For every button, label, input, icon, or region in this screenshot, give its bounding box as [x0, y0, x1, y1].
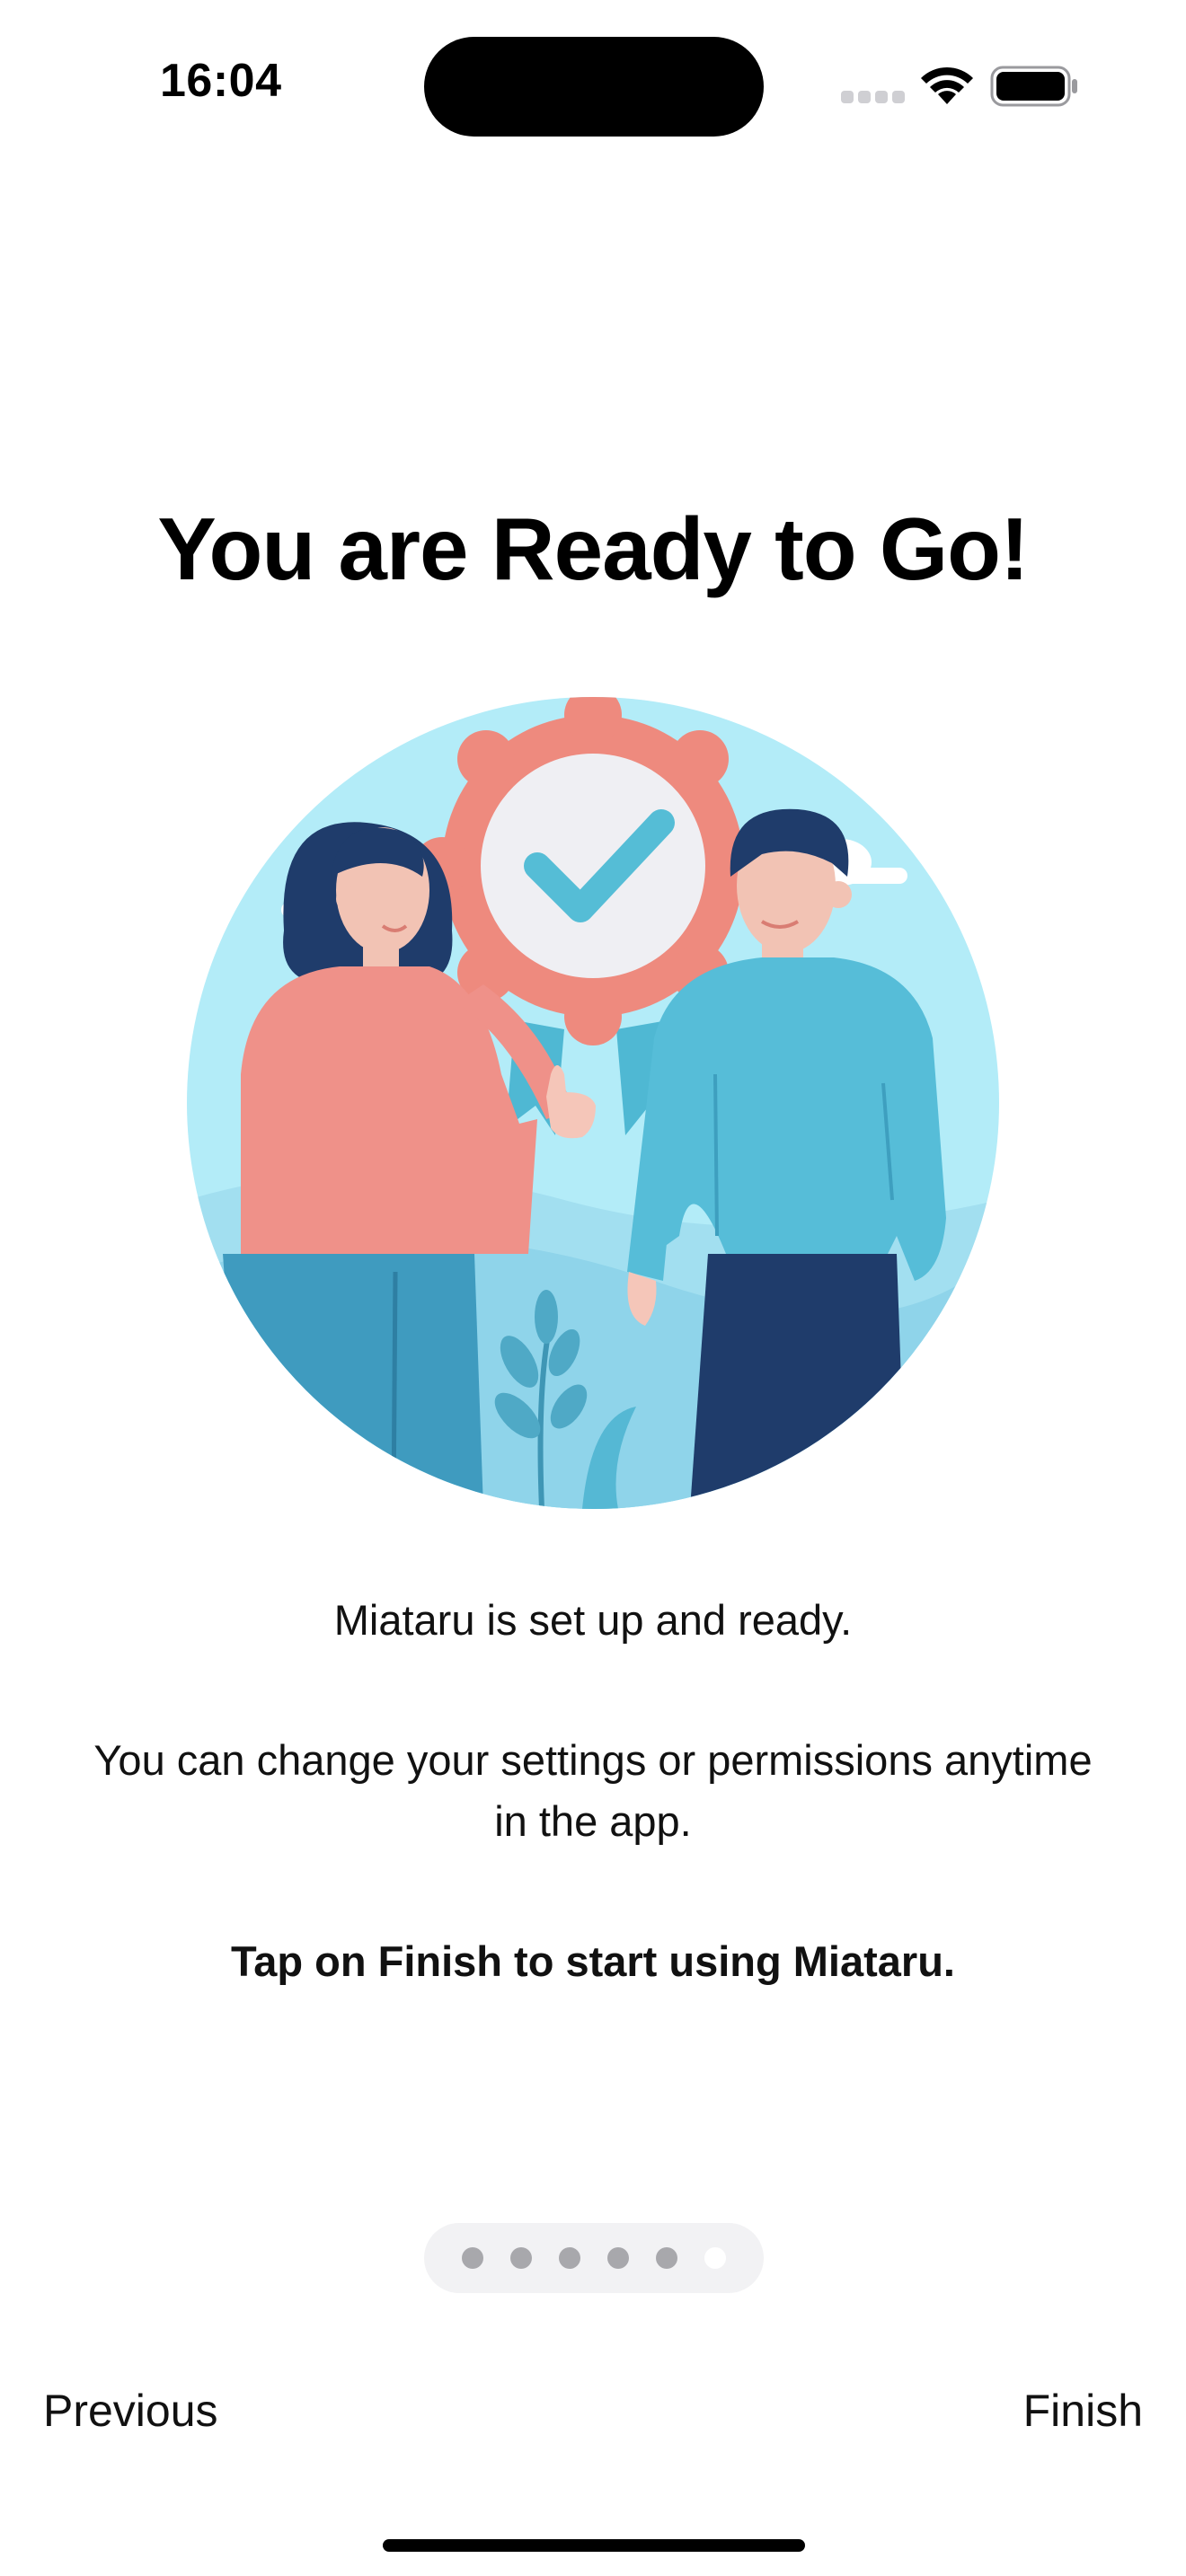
page-dot[interactable] — [510, 2247, 532, 2269]
finish-button[interactable]: Finish — [1023, 2385, 1143, 2437]
home-indicator[interactable] — [383, 2539, 805, 2552]
page-dot[interactable] — [559, 2247, 580, 2269]
page-indicator[interactable] — [424, 2223, 764, 2293]
settings-info-text: You can change your settings or permissi… — [93, 1736, 1093, 1845]
finish-instruction-text: Tap on Finish to start using Miataru. — [231, 1937, 955, 1985]
battery-icon — [990, 66, 1077, 107]
page-dot[interactable] — [607, 2247, 629, 2269]
wifi-icon — [921, 66, 973, 104]
page-dot[interactable] — [462, 2247, 483, 2269]
page-title: You are Ready to Go! — [157, 499, 1029, 598]
ready-illustration — [187, 697, 999, 1509]
previous-button[interactable]: Previous — [43, 2385, 218, 2437]
cellular-signal-icon — [841, 91, 905, 103]
status-time: 16:04 — [160, 55, 282, 107]
dynamic-island — [424, 37, 764, 137]
setup-complete-text: Miataru is set up and ready. — [333, 1596, 853, 1644]
page-dot-active[interactable] — [704, 2247, 726, 2269]
page-dot[interactable] — [656, 2247, 677, 2269]
